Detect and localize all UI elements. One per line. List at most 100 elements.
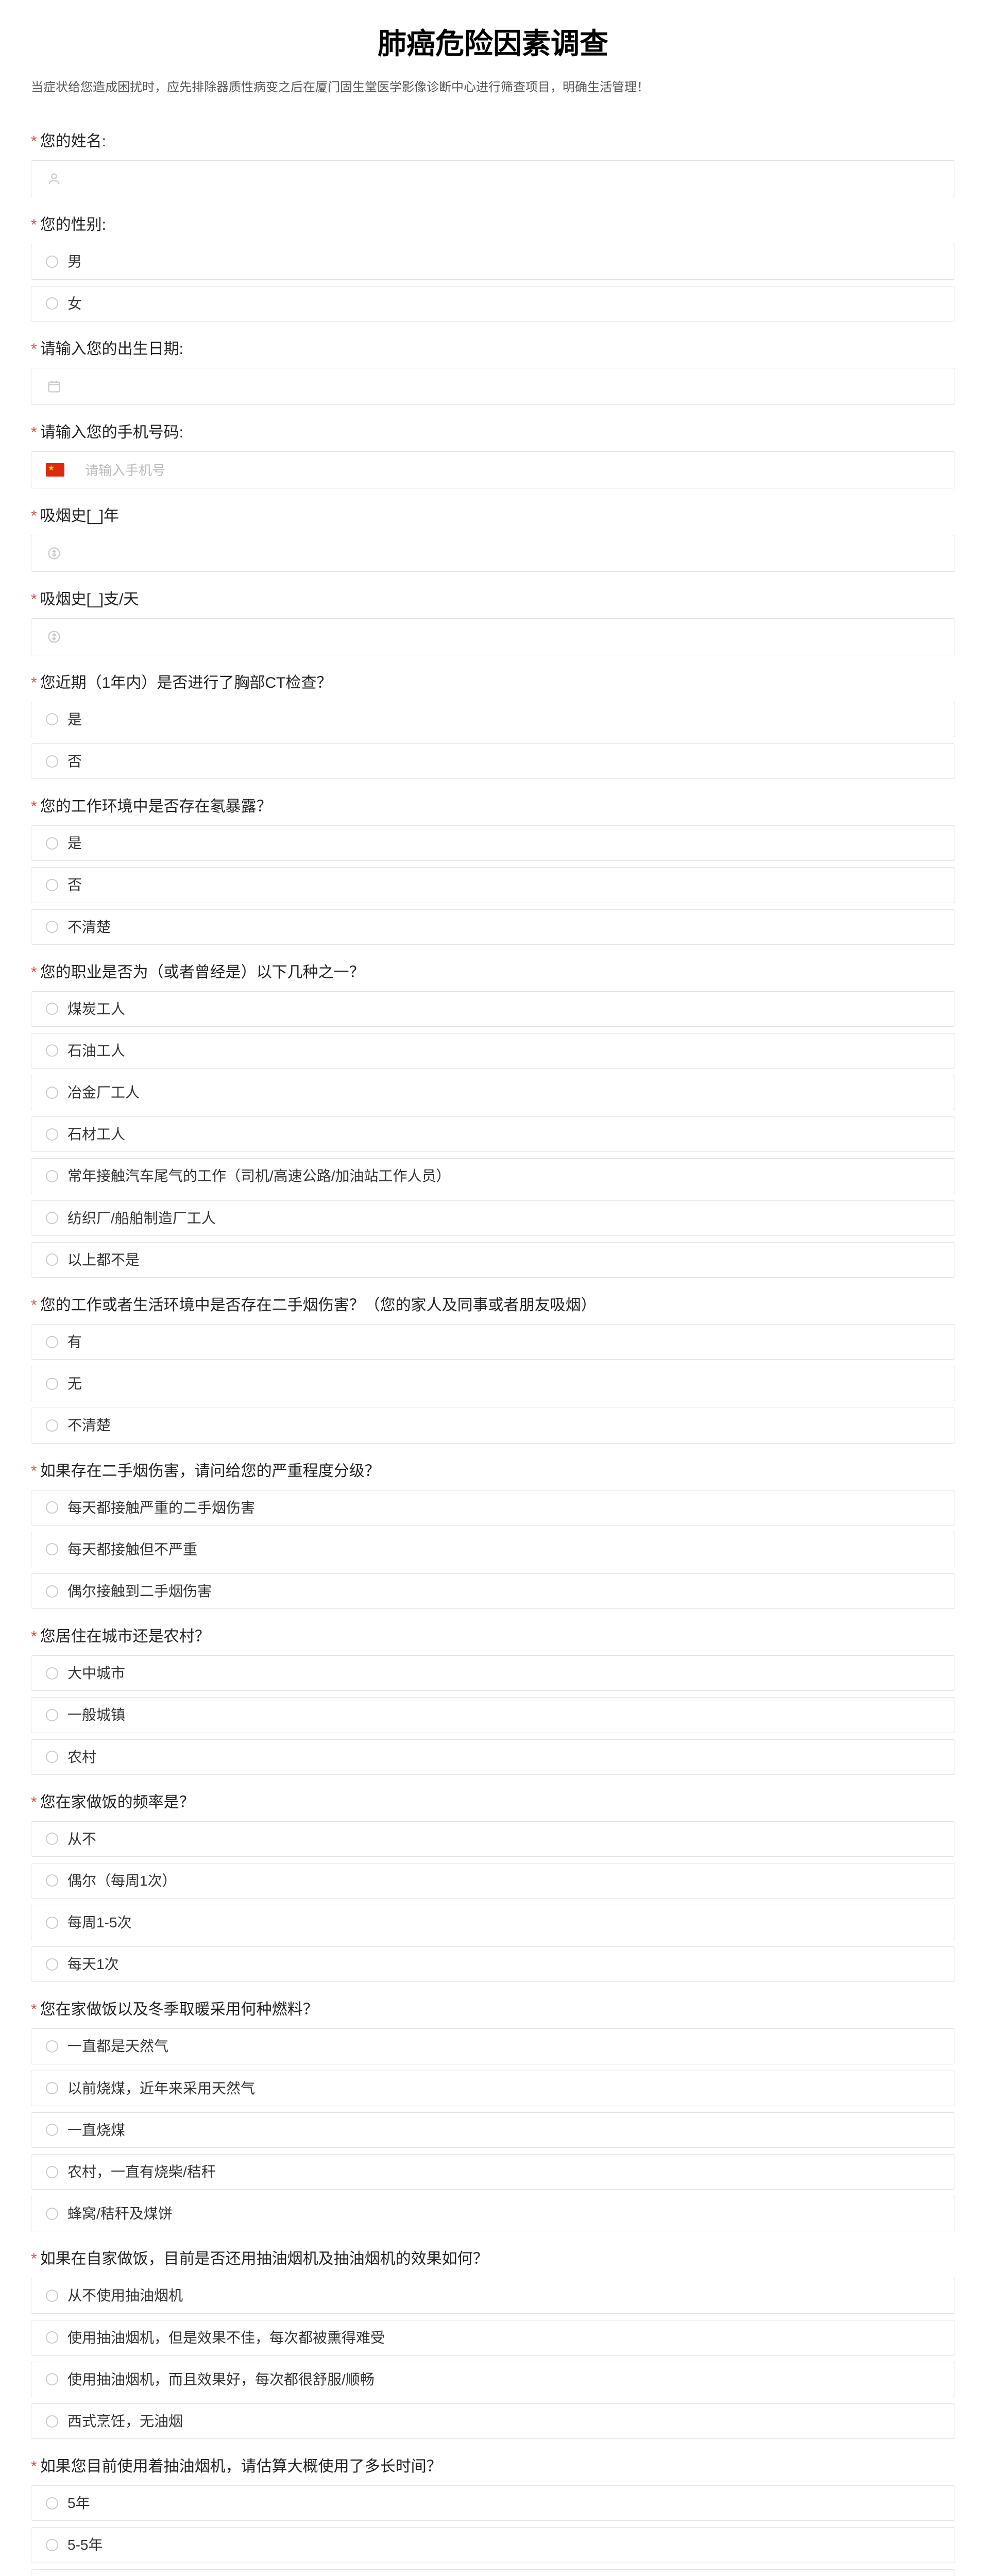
radio-option[interactable]: 是 — [31, 825, 955, 861]
radio-option[interactable]: 煤炭工人 — [31, 991, 955, 1027]
radio-option[interactable]: 使用抽油烟机，但是效果不佳，每次都被熏得难受 — [31, 2320, 955, 2355]
required-marker: * — [31, 2001, 37, 2018]
option-label: 是 — [67, 833, 82, 853]
required-marker: * — [31, 216, 37, 233]
radio-option[interactable]: 5年 — [31, 2485, 955, 2521]
option-label: 冶金厂工人 — [67, 1082, 140, 1103]
radio-option[interactable]: 西式烹饪，无油烟 — [31, 2403, 955, 2439]
radio-option[interactable]: 常年接触汽车尾气的工作（司机/高速公路/加油站工作人员） — [31, 1158, 955, 1194]
radio-option[interactable]: 使用抽油烟机，而且效果好，每次都很舒服/顺畅 — [31, 2362, 955, 2397]
radio-option[interactable]: 偶尔接触到二手烟伤害 — [31, 1573, 955, 1609]
radio-option[interactable]: 一直都是天然气 — [31, 2028, 955, 2064]
text-input[interactable] — [31, 368, 955, 405]
option-label: 每周1-5次 — [67, 1912, 131, 1933]
text-input[interactable] — [31, 618, 955, 655]
option-label: 从不 — [67, 1829, 96, 1849]
radio-option[interactable]: 女 — [31, 286, 955, 321]
radio-option[interactable]: 农村，一直有烧柴/秸秆 — [31, 2154, 955, 2190]
phone-input[interactable]: 请输入手机号 — [31, 451, 955, 488]
option-label: 每天1次 — [67, 1954, 119, 1974]
radio-icon — [46, 837, 58, 850]
option-label: 偶尔（每周1次） — [67, 1871, 177, 1891]
radio-icon — [46, 1336, 58, 1348]
number-icon — [46, 629, 62, 645]
radio-option[interactable]: 蜂窝/秸秆及煤饼 — [31, 2196, 955, 2231]
question-label: *如果您目前使用着抽油烟机，请估算大概使用了多长时间？ — [31, 2453, 955, 2476]
question-label: *您在家做饭的频率是？ — [31, 1789, 955, 1812]
option-label: 蜂窝/秸秆及煤饼 — [67, 2204, 173, 2224]
radio-icon — [46, 2539, 58, 2551]
radio-icon — [46, 1003, 58, 1015]
question-text: 如果您目前使用着抽油烟机，请估算大概使用了多长时间？ — [40, 2458, 442, 2475]
radio-option[interactable]: 有 — [31, 1324, 955, 1360]
option-label: 一直都是天然气 — [67, 2036, 168, 2056]
user-icon — [46, 171, 62, 187]
text-input[interactable] — [31, 535, 955, 572]
question-label: *您的工作环境中是否存在氡暴露？ — [31, 793, 955, 816]
option-label: 偶尔接触到二手烟伤害 — [67, 1581, 212, 1601]
question-label: *您居住在城市还是农村？ — [31, 1623, 955, 1646]
radio-option[interactable]: 是 — [31, 702, 955, 737]
radio-icon — [46, 1419, 58, 1432]
required-marker: * — [31, 2458, 37, 2475]
option-label: 使用抽油烟机，而且效果好，每次都很舒服/顺畅 — [67, 2369, 375, 2389]
radio-icon — [46, 879, 58, 891]
option-label: 每天都接触严重的二手烟伤害 — [67, 1498, 255, 1518]
option-label: 大中城市 — [67, 1663, 125, 1683]
question-label: *您在家做饭以及冬季取暖采用何种燃料？ — [31, 1996, 955, 2019]
radio-option[interactable]: 大中城市 — [31, 1655, 955, 1691]
radio-option[interactable]: 否 — [31, 743, 955, 779]
radio-option[interactable]: 偶尔（每周1次） — [31, 1863, 955, 1899]
radio-option[interactable]: 冶金厂工人 — [31, 1075, 955, 1110]
radio-icon — [46, 1585, 58, 1598]
question-label: *请输入您的手机号码: — [31, 419, 955, 442]
radio-option[interactable]: 农村 — [31, 1739, 955, 1775]
radio-option[interactable]: 无 — [31, 1366, 955, 1401]
radio-option[interactable]: 不清楚 — [31, 909, 955, 945]
radio-option[interactable]: 石材工人 — [31, 1116, 955, 1152]
question-label: *您的工作或者生活环境中是否存在二手烟伤害？（您的家人及同事或者朋友吸烟） — [31, 1292, 955, 1315]
option-label: 无 — [67, 1374, 82, 1394]
question-text: 您的职业是否为（或者曾经是）以下几种之一？ — [40, 964, 365, 981]
radio-option[interactable]: 每天都接触严重的二手烟伤害 — [31, 1490, 955, 1526]
radio-option[interactable]: 每天都接触但不严重 — [31, 1532, 955, 1567]
question-text: 如果存在二手烟伤害，请问给您的严重程度分级？ — [40, 1463, 380, 1480]
radio-icon — [46, 1378, 58, 1390]
radio-option[interactable]: 石油工人 — [31, 1033, 955, 1069]
radio-option[interactable]: 从不使用抽油烟机 — [31, 2278, 955, 2313]
required-marker: * — [31, 507, 37, 524]
radio-option[interactable]: 不清楚 — [31, 1408, 955, 1443]
required-marker: * — [31, 674, 37, 691]
question-text: 您在家做饭的频率是？ — [40, 1794, 195, 1811]
radio-icon — [46, 1087, 58, 1099]
option-label: 5-5年 — [67, 2535, 103, 2555]
required-marker: * — [31, 798, 37, 815]
radio-icon — [46, 1170, 58, 1182]
radio-option[interactable]: 一直烧煤 — [31, 2112, 955, 2148]
radio-icon — [46, 2208, 58, 2220]
radio-icon — [46, 2497, 58, 2510]
radio-option[interactable]: 5-5年 — [31, 2527, 955, 2563]
radio-icon — [46, 1751, 58, 1763]
required-marker: * — [31, 1463, 37, 1480]
question-text: 如果在自家做饭，目前是否还用抽油烟机及抽油烟机的效果如何？ — [40, 2250, 488, 2267]
question-text: 您的性别: — [40, 216, 106, 233]
radio-option[interactable]: 5-10年 — [31, 2569, 955, 2576]
radio-icon — [46, 2331, 58, 2344]
required-marker: * — [31, 964, 37, 981]
option-label: 否 — [67, 751, 82, 771]
radio-option[interactable]: 一般城镇 — [31, 1697, 955, 1733]
radio-option[interactable]: 从不 — [31, 1821, 955, 1857]
radio-option[interactable]: 每周1-5次 — [31, 1905, 955, 1940]
radio-option[interactable]: 每天1次 — [31, 1946, 955, 1982]
radio-option[interactable]: 纺织厂/船舶制造厂工人 — [31, 1200, 955, 1236]
radio-option[interactable]: 以上都不是 — [31, 1242, 955, 1278]
radio-option[interactable]: 男 — [31, 244, 955, 279]
radio-option[interactable]: 以前烧煤，近年来采用天然气 — [31, 2071, 955, 2106]
radio-option[interactable]: 否 — [31, 867, 955, 903]
option-label: 农村，一直有烧柴/秸秆 — [67, 2162, 216, 2182]
text-input[interactable] — [31, 160, 955, 197]
required-marker: * — [31, 424, 37, 441]
radio-icon — [46, 1917, 58, 1929]
radio-icon — [46, 1501, 58, 1514]
